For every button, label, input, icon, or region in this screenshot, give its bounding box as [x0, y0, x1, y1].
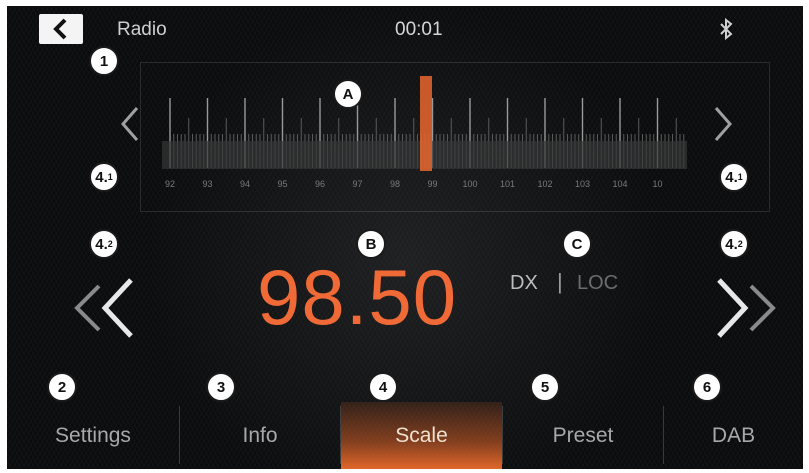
back-arrow-icon [53, 18, 67, 40]
callout-5: 5 [530, 372, 560, 402]
loc-mode-toggle[interactable]: LOC [577, 272, 618, 295]
callout-4-1-left: 4. 1 [89, 162, 119, 192]
frequency-display: 98.50 [257, 253, 458, 341]
callout-2: 2 [47, 372, 77, 402]
scan-right-icon[interactable] [713, 106, 733, 142]
scale-tick-label: 98 [390, 179, 400, 189]
scale-tick-label: 92 [165, 179, 175, 189]
tab-label: Info [242, 423, 278, 447]
scale-tick-label: 103 [575, 179, 590, 189]
seek-forward-icon[interactable] [713, 278, 785, 338]
scale-tick-label: 104 [612, 179, 627, 189]
callout-4: 4 [368, 372, 398, 402]
tab-label: DAB [711, 423, 756, 447]
scale-tick-label: 95 [277, 179, 287, 189]
scale-tick-label: 102 [537, 179, 552, 189]
scale-tick-label: 97 [352, 179, 362, 189]
callout-number: 4. [95, 235, 108, 253]
mode-separator: | [557, 269, 563, 294]
tab-settings[interactable]: Settings [7, 402, 179, 469]
callout-1: 1 [89, 46, 119, 76]
scale-tick-label: 99 [427, 179, 437, 189]
callout-number: 4. [95, 168, 108, 186]
callout-superscript: 1 [107, 172, 113, 182]
tab-label: Preset [552, 423, 614, 447]
callout-superscript: 2 [737, 239, 743, 249]
scale-tick-label: 94 [240, 179, 250, 189]
callout-a: A [333, 79, 363, 109]
scale-tick-label: 10 [652, 179, 662, 189]
tab-label: Scale [395, 423, 448, 447]
page-title: Radio [117, 19, 167, 40]
scan-left-icon[interactable] [120, 106, 140, 142]
tab-dab[interactable]: DAB [664, 402, 803, 469]
callout-number: 4. [725, 168, 738, 186]
callout-4-2-right: 4. 2 [719, 229, 749, 259]
tab-label: Settings [55, 423, 131, 447]
callout-superscript: 2 [107, 239, 113, 249]
bluetooth-icon [720, 18, 733, 40]
callout-4-1-right: 4. 1 [719, 162, 749, 192]
clock: 00:01 [395, 19, 443, 40]
back-button[interactable] [39, 14, 83, 44]
bottom-tab-bar: Settings Info Scale Preset DAB [7, 402, 803, 469]
tab-info[interactable]: Info [180, 402, 340, 469]
callout-c: C [562, 229, 592, 259]
tab-scale[interactable]: Scale [341, 402, 502, 469]
scale-tick-label: 93 [202, 179, 212, 189]
callout-b: B [356, 229, 386, 259]
seek-back-icon[interactable] [65, 278, 137, 338]
callout-number: 4. [725, 235, 738, 253]
callout-4-2-left: 4. 2 [89, 229, 119, 259]
dx-mode-toggle[interactable]: DX [510, 272, 538, 295]
scale-tick-label: 96 [315, 179, 325, 189]
callout-superscript: 1 [737, 172, 743, 182]
callout-3: 3 [206, 372, 236, 402]
tab-preset[interactable]: Preset [503, 402, 663, 469]
tuning-needle[interactable] [420, 76, 432, 171]
radio-screen: Radio 00:01 92 93 94 95 96 97 98 99 100 101 102 103… [7, 6, 803, 469]
scale-tick-label: 101 [500, 179, 515, 189]
scale-tick-label: 100 [462, 179, 477, 189]
frequency-scale[interactable]: 92 93 94 95 96 97 98 99 100 101 102 103 104 10 [162, 76, 692, 191]
callout-6: 6 [692, 372, 722, 402]
